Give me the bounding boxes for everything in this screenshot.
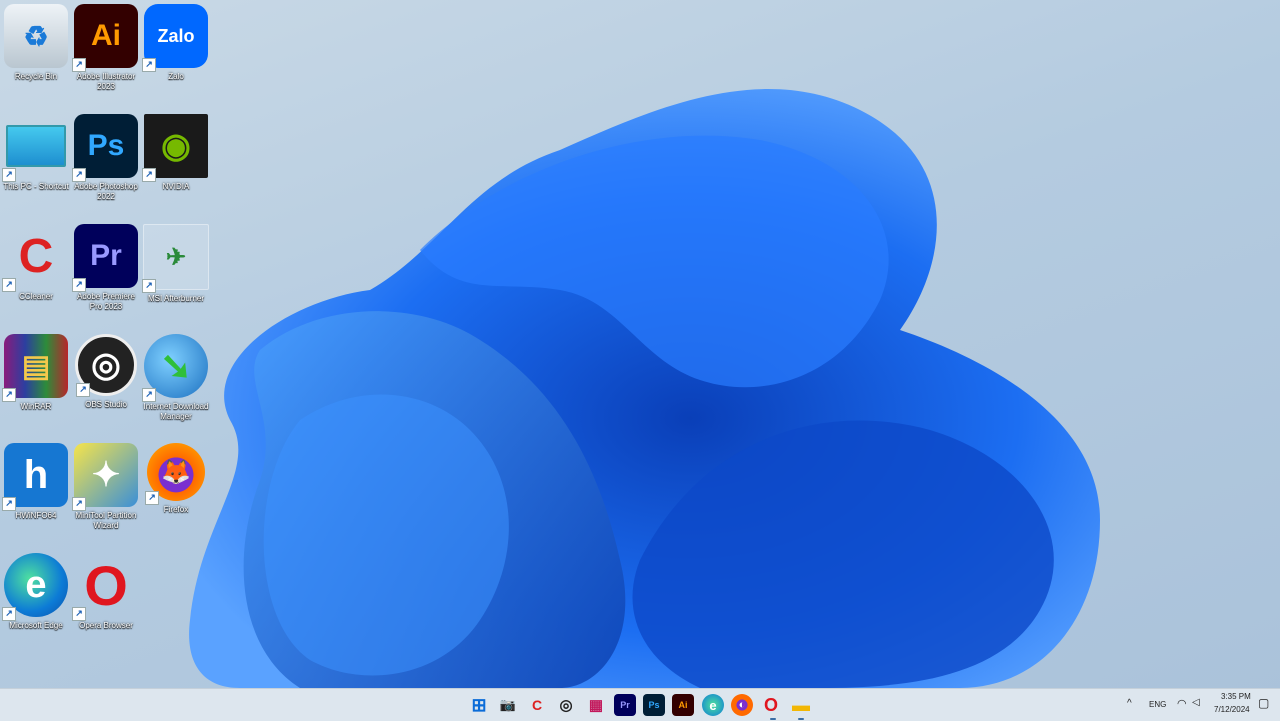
edge-icon: e ↗	[2, 553, 68, 621]
shortcut-arrow-icon: ↗	[142, 388, 156, 402]
language-indicator[interactable]: ENG	[1149, 700, 1166, 709]
monitor-icon: ↗	[2, 114, 68, 182]
show-hidden-icons-button[interactable]: ^	[1127, 698, 1132, 709]
desktop-icon-firefox[interactable]: 🦊 ↗ Firefox	[140, 443, 212, 515]
ccleaner-icon: C ↗	[2, 224, 68, 292]
shortcut-arrow-icon: ↗	[72, 278, 86, 292]
taskbar-file-explorer-app[interactable]: ▬	[790, 694, 812, 716]
adobe-photoshop-icon: Ps ↗	[72, 114, 138, 182]
opera-icon: O ↗	[72, 553, 138, 621]
shortcut-arrow-icon: ↗	[2, 497, 16, 511]
shortcut-arrow-icon: ↗	[72, 497, 86, 511]
icon-label: Microsoft Edge	[9, 621, 63, 630]
icon-label: MiniTool Partition Wizard	[75, 511, 137, 530]
shortcut-arrow-icon: ↗	[72, 168, 86, 182]
desktop-icon-winrar[interactable]: ▤ ↗ WinRAR	[0, 334, 72, 412]
taskbar-photoshop-app[interactable]: Ps	[643, 694, 665, 716]
desktop-icon-hwinfo[interactable]: h ↗ HWiNFO64	[0, 443, 72, 521]
recycle-bin-icon: ♻	[4, 4, 68, 68]
taskbar: ⊞ 📷 C ◎ ▦ Pr Ps Ai e ◐ O ▬ ^ ENG ◠ ◁ 3:3…	[0, 688, 1280, 721]
taskbar-illustrator-app[interactable]: Ai	[672, 694, 694, 716]
icon-label: Recycle Bin	[14, 72, 58, 81]
taskbar-camera-app[interactable]: 📷	[497, 694, 519, 716]
notification-icon[interactable]: ▢	[1258, 696, 1269, 710]
desktop-icon-zalo[interactable]: Zalo ↗ Zalo	[140, 4, 212, 82]
desktop-icon-opera[interactable]: O ↗ Opera Browser	[70, 553, 142, 631]
desktop-icon-idm[interactable]: ➘ ↗ Internet Download Manager	[140, 334, 212, 422]
wifi-icon[interactable]: ◠	[1177, 697, 1187, 710]
shortcut-arrow-icon: ↗	[2, 168, 16, 182]
shortcut-arrow-icon: ↗	[2, 388, 16, 402]
taskbar-obs-app[interactable]: ◎	[555, 694, 577, 716]
taskbar-premiere-app[interactable]: Pr	[614, 694, 636, 716]
icon-label: NVIDIA	[162, 182, 190, 191]
icon-label: Zalo	[168, 72, 184, 81]
icon-label: Adobe Illustrator 2023	[76, 72, 136, 91]
icon-label: Opera Browser	[79, 621, 133, 630]
icon-label: WinRAR	[20, 402, 52, 411]
firefox-icon: 🦊 ↗	[145, 443, 205, 505]
icon-label: Adobe Premiere Pro 2023	[77, 292, 135, 311]
clock-date[interactable]: 7/12/2024	[1214, 705, 1250, 714]
icon-label: MSI Afterburner	[147, 294, 205, 303]
desktop-icon-minitool[interactable]: ✦ ↗ MiniTool Partition Wizard	[70, 443, 142, 531]
icon-label: Internet Download Manager	[143, 402, 209, 421]
taskbar-opera-app[interactable]: O	[760, 694, 782, 716]
zalo-icon: Zalo ↗	[142, 4, 208, 72]
desktop-icon-ccleaner[interactable]: C ↗ CCleaner	[0, 224, 72, 302]
icon-label: CCleaner	[19, 292, 53, 301]
desktop-icon-nvidia[interactable]: ◉ ↗ NVIDIA	[140, 114, 212, 192]
desktop-icon-msi-afterburner[interactable]: ✈ ↗ MSI Afterburner	[140, 224, 212, 304]
shortcut-arrow-icon: ↗	[145, 491, 159, 505]
taskbar-ccleaner-app[interactable]: C	[526, 694, 548, 716]
shortcut-arrow-icon: ↗	[72, 607, 86, 621]
taskbar-edge-app[interactable]: e	[702, 694, 724, 716]
icon-label: HWiNFO64	[15, 511, 57, 520]
adobe-illustrator-icon: Ai ↗	[72, 4, 138, 72]
shortcut-arrow-icon: ↗	[142, 279, 156, 293]
adobe-premiere-icon: Pr ↗	[72, 224, 138, 292]
shortcut-arrow-icon: ↗	[72, 58, 86, 72]
icon-label: OBS Studio	[85, 400, 127, 409]
icon-label: Firefox	[163, 505, 189, 514]
taskbar-firefox-app[interactable]: ◐	[731, 694, 753, 716]
hwinfo-icon: h ↗	[2, 443, 68, 511]
shortcut-arrow-icon: ↗	[142, 168, 156, 182]
shortcut-arrow-icon: ↗	[142, 58, 156, 72]
nvidia-icon: ◉ ↗	[142, 114, 208, 182]
clock-time[interactable]: 3:35 PM	[1221, 692, 1251, 701]
desktop-icon-edge[interactable]: e ↗ Microsoft Edge	[0, 553, 72, 631]
start-button[interactable]: ⊞	[468, 694, 490, 716]
desktop-icon-premiere[interactable]: Pr ↗ Adobe Premiere Pro 2023	[70, 224, 142, 312]
icon-label: Adobe Photoshop 2022	[74, 182, 138, 201]
desktop-icon-recycle-bin[interactable]: ♻ Recycle Bin	[0, 4, 72, 82]
msi-afterburner-icon: ✈ ↗	[142, 224, 209, 293]
desktop-icon-this-pc[interactable]: ↗ This PC - Shortcut	[0, 114, 72, 192]
desktop-icon-photoshop[interactable]: Ps ↗ Adobe Photoshop 2022	[70, 114, 142, 202]
volume-icon[interactable]: ◁	[1192, 697, 1200, 708]
shortcut-arrow-icon: ↗	[76, 383, 90, 397]
icon-label: This PC - Shortcut	[3, 182, 69, 191]
shortcut-arrow-icon: ↗	[2, 607, 16, 621]
obs-icon: ◎ ↗	[75, 334, 137, 397]
taskbar-store-app[interactable]: ▦	[585, 694, 607, 716]
desktop-icon-obs[interactable]: ◎ ↗ OBS Studio	[70, 334, 142, 410]
minitool-icon: ✦ ↗	[72, 443, 138, 511]
winrar-icon: ▤ ↗	[2, 334, 68, 402]
idm-icon: ➘ ↗	[142, 334, 208, 402]
desktop-icon-illustrator[interactable]: Ai ↗ Adobe Illustrator 2023	[70, 4, 142, 92]
shortcut-arrow-icon: ↗	[2, 278, 16, 292]
